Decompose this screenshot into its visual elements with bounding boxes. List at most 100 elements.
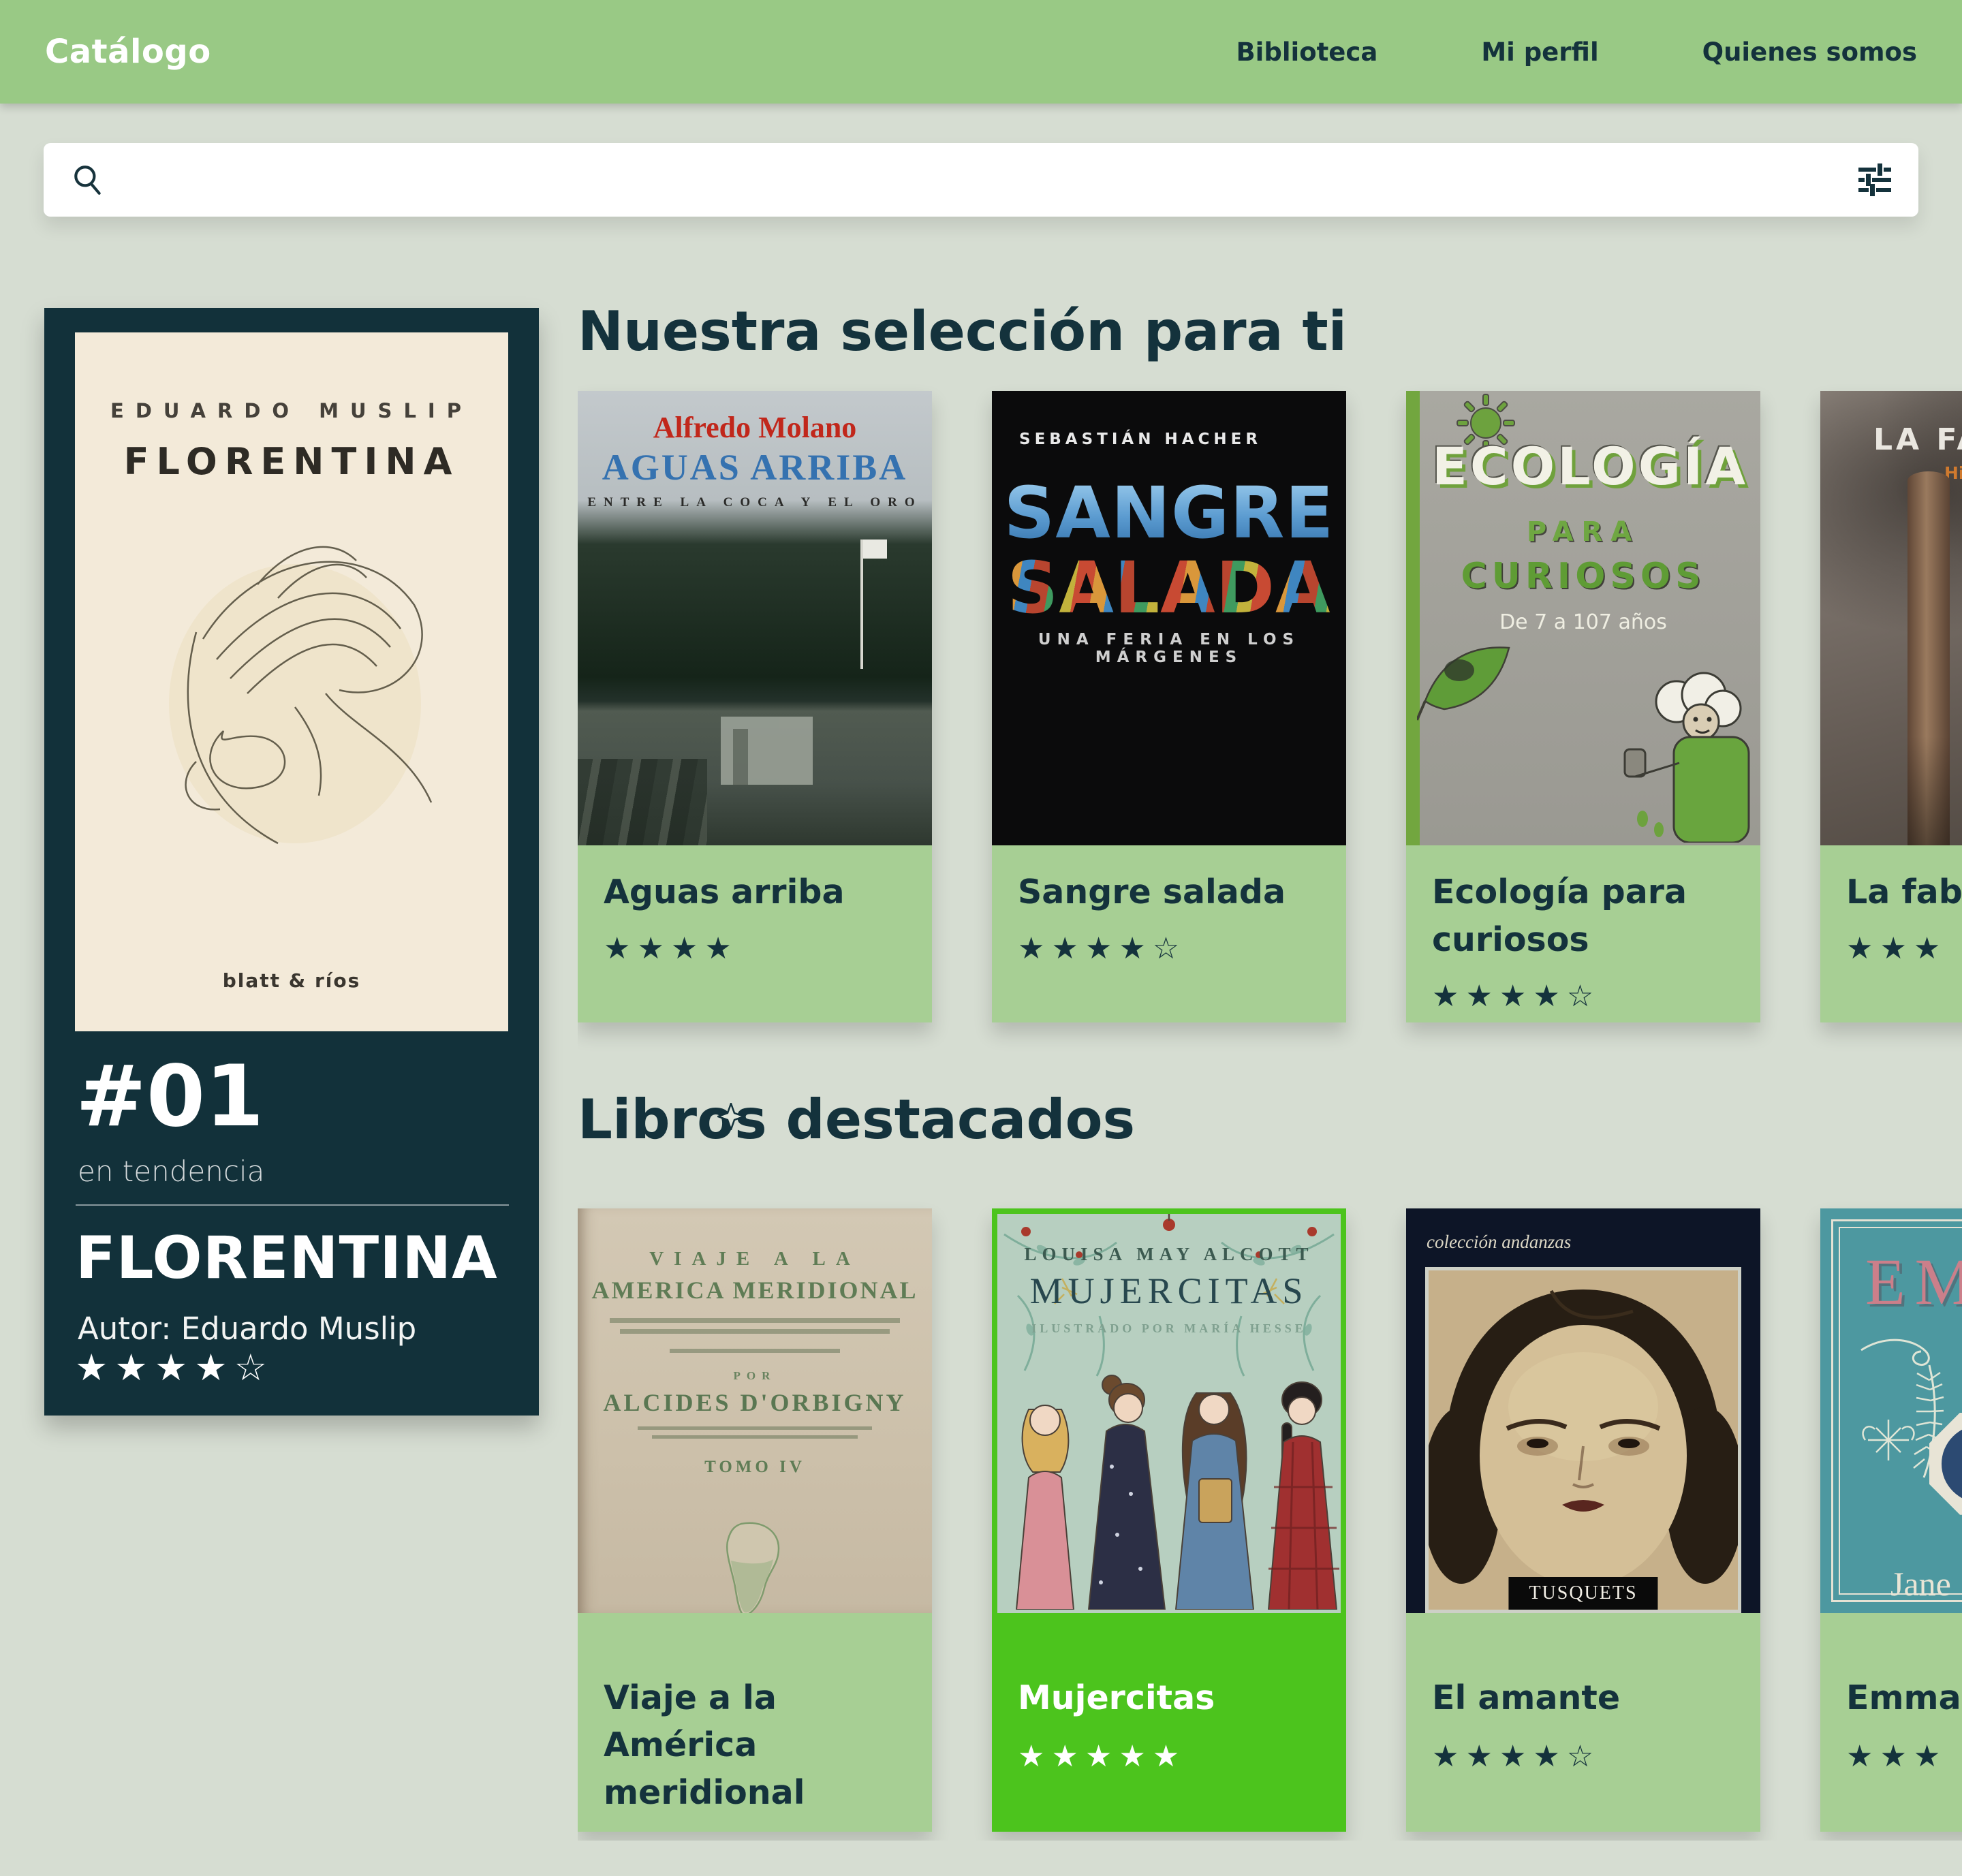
search-bar[interactable] — [44, 143, 1918, 217]
book-title: Emma — [1846, 1674, 1962, 1722]
book-cover: LOUISA MAY ALCOTT MUJERCITAS ILUSTRADO P… — [997, 1214, 1341, 1613]
cover-author: EDUARDO MUSLIP — [75, 399, 508, 422]
cover-author: SEBASTIÁN HACHER — [1019, 431, 1262, 448]
book-title: Ecología para curiosos — [1432, 869, 1734, 963]
cover-author: Jane — [1890, 1564, 1951, 1604]
text-row-decoration — [620, 1329, 889, 1334]
cover-title-line2: SALADA — [992, 546, 1346, 629]
book-title: Aguas arriba — [604, 869, 906, 916]
section-heading-destacados: Libros destacados — [578, 1088, 1327, 1152]
card-label: Ecología para curiosos ★★★★☆ — [1406, 845, 1760, 1013]
cover-title-line1: VIAJE A LA — [578, 1208, 932, 1270]
book-cover: ECOLOGÍA PARA CURIOSOS De 7 a 107 años — [1406, 391, 1760, 845]
nav-item-mi-perfil[interactable]: Mi perfil — [1481, 37, 1598, 67]
app-title: Catálogo — [45, 33, 211, 71]
section-heading-destacados-wrap: Libros destacados — [578, 1088, 1327, 1152]
trending-rank-caption: en tendencia — [78, 1155, 264, 1188]
text-row-decoration — [670, 1349, 840, 1353]
filter-tune-icon[interactable] — [1858, 163, 1891, 196]
cover-author: LOUISA MAY ALCOTT — [997, 1244, 1341, 1265]
star-rating: ★★★★☆ — [1432, 1739, 1734, 1774]
cover-subtitle: De 7 a 107 años — [1406, 610, 1760, 634]
book-card-viaje[interactable]: VIAJE A LA AMERICA MERIDIONAL POR ALCIDE… — [578, 1208, 932, 1832]
text-row-decoration — [638, 1426, 871, 1430]
card-label: Sangre salada ★★★★☆ — [992, 845, 1346, 966]
card-label: La fab ★★★ — [1820, 845, 1962, 966]
text-row-decoration — [652, 1435, 858, 1439]
cover-title: MUJERCITAS — [997, 1270, 1341, 1312]
trending-title: FLORENTINA — [76, 1224, 498, 1292]
book-card-aguas-arriba[interactable]: Alfredo Molano AGUAS ARRIBA ENTRE LA COC… — [578, 391, 932, 1022]
app-header: Catálogo Biblioteca Mi perfil Quienes so… — [0, 0, 1962, 104]
book-card-emma[interactable]: EM Jane Emma — [1820, 1208, 1962, 1832]
star-rating: ★★★★☆ — [1018, 931, 1320, 966]
divider — [76, 1204, 509, 1206]
kid-illustration — [1614, 669, 1760, 845]
cover-title: LA FA — [1873, 422, 1962, 457]
cover-subtitle: ENTRE LA COCA Y EL ORO — [578, 495, 932, 510]
card-label: Emma ★★★ — [1820, 1613, 1962, 1775]
portrait-frame: TUSQUETS — [1425, 1267, 1741, 1613]
star-rating: ★★★★ — [604, 931, 906, 966]
leaf-illustration — [1417, 633, 1526, 724]
cover-by: POR — [578, 1369, 932, 1383]
star-rating: ★★★ — [1846, 1739, 1962, 1774]
section-heading-seleccion: Nuestra selección para ti — [578, 300, 1962, 364]
card-label: Viaje a la América meridional ★★★☆☆ — [578, 1613, 932, 1832]
cover-title-line2: AMERICA MERIDIONAL — [578, 1276, 932, 1304]
cover-title-line1: SANGRE — [992, 471, 1346, 554]
book-card-ecologia[interactable]: ECOLOGÍA PARA CURIOSOS De 7 a 107 años — [1406, 391, 1760, 1022]
book-title: Viaje a la América meridional — [604, 1674, 906, 1817]
card-label: Mujercitas ★★★★★ — [992, 1613, 1346, 1775]
book-title: Mujercitas — [1018, 1674, 1320, 1722]
cover-subtitle: UNA FERIA EN LOS MÁRGENES — [992, 631, 1346, 666]
text-row-decoration — [610, 1318, 900, 1323]
cover-collection: colección andanzas — [1427, 1232, 1571, 1253]
woman-portrait-illustration — [1429, 1270, 1738, 1611]
selection-cards-row: Alfredo Molano AGUAS ARRIBA ENTRE LA COC… — [578, 391, 1962, 1022]
star-rating: ★★★★★ — [1018, 1739, 1320, 1774]
cover-title: EM — [1865, 1244, 1962, 1319]
cover-title-line2: PARA — [1406, 516, 1760, 548]
cover-title: FLORENTINA — [75, 440, 508, 483]
book-cover: colección andanzas — [1406, 1208, 1760, 1613]
village-illustration — [578, 759, 707, 845]
book-cover: LA FA Hir — [1820, 391, 1962, 845]
book-card-sangre-salada[interactable]: SEBASTIÁN HACHER SANGRE SALADA UNA FERIA… — [992, 391, 1346, 1022]
book-title: La fab — [1846, 869, 1962, 916]
hair-sketch-illustration — [121, 503, 462, 887]
cover-title-line3: CURIOSOS — [1406, 556, 1760, 597]
main-nav: Biblioteca Mi perfil Quienes somos — [1236, 37, 1917, 67]
trending-rank: #01 — [76, 1048, 264, 1146]
trending-author: Autor: Eduardo Muslip — [78, 1311, 416, 1347]
cover-author: Alfredo Molano — [578, 391, 932, 445]
chimney-illustration — [1908, 471, 1950, 845]
book-cover: SEBASTIÁN HACHER SANGRE SALADA UNA FERIA… — [992, 391, 1346, 845]
book-card-mujercitas[interactable]: LOUISA MAY ALCOTT MUJERCITAS ILUSTRADO P… — [992, 1208, 1346, 1832]
nav-item-quienes-somos[interactable]: Quienes somos — [1702, 37, 1917, 67]
south-america-map-sketch — [711, 1520, 799, 1613]
featured-cards-row: VIAJE A LA AMERICA MERIDIONAL POR ALCIDE… — [578, 1208, 1962, 1832]
book-cover: VIAJE A LA AMERICA MERIDIONAL POR ALCIDE… — [578, 1208, 932, 1613]
book-card-el-amante[interactable]: colección andanzas — [1406, 1208, 1760, 1832]
trending-book-card[interactable]: EDUARDO MUSLIP FLORENTINA — [44, 308, 539, 1416]
trending-star-rating: ★★★★☆ — [75, 1346, 274, 1389]
card-label: El amante ★★★★☆ — [1406, 1613, 1760, 1775]
star-rating: ★★★ — [1846, 931, 1962, 966]
trending-book-cover: EDUARDO MUSLIP FLORENTINA — [75, 332, 508, 1031]
book-card-la-fab[interactable]: LA FA Hir La fab ★★★ — [1820, 391, 1962, 1022]
search-input[interactable] — [125, 164, 1838, 196]
card-label: Aguas arriba ★★★★ — [578, 845, 932, 966]
cover-subtitle: ILUSTRADO POR MARÍA HESSE — [997, 1322, 1341, 1336]
catalog-content: Nuestra selección para ti Alfredo Molano… — [578, 300, 1962, 1841]
cover-volume: TOMO IV — [578, 1458, 932, 1477]
cover-author: ALCIDES D'ORBIGNY — [578, 1388, 932, 1417]
house-illustration — [721, 717, 813, 785]
nav-item-biblioteca[interactable]: Biblioteca — [1236, 37, 1377, 67]
search-icon[interactable] — [71, 163, 105, 197]
book-cover: Alfredo Molano AGUAS ARRIBA ENTRE LA COC… — [578, 391, 932, 845]
cover-title: AGUAS ARRIBA — [578, 446, 932, 488]
cover-publisher: TUSQUETS — [1508, 1577, 1657, 1610]
book-cover: EM Jane — [1820, 1208, 1962, 1613]
flag-illustration — [862, 540, 887, 559]
